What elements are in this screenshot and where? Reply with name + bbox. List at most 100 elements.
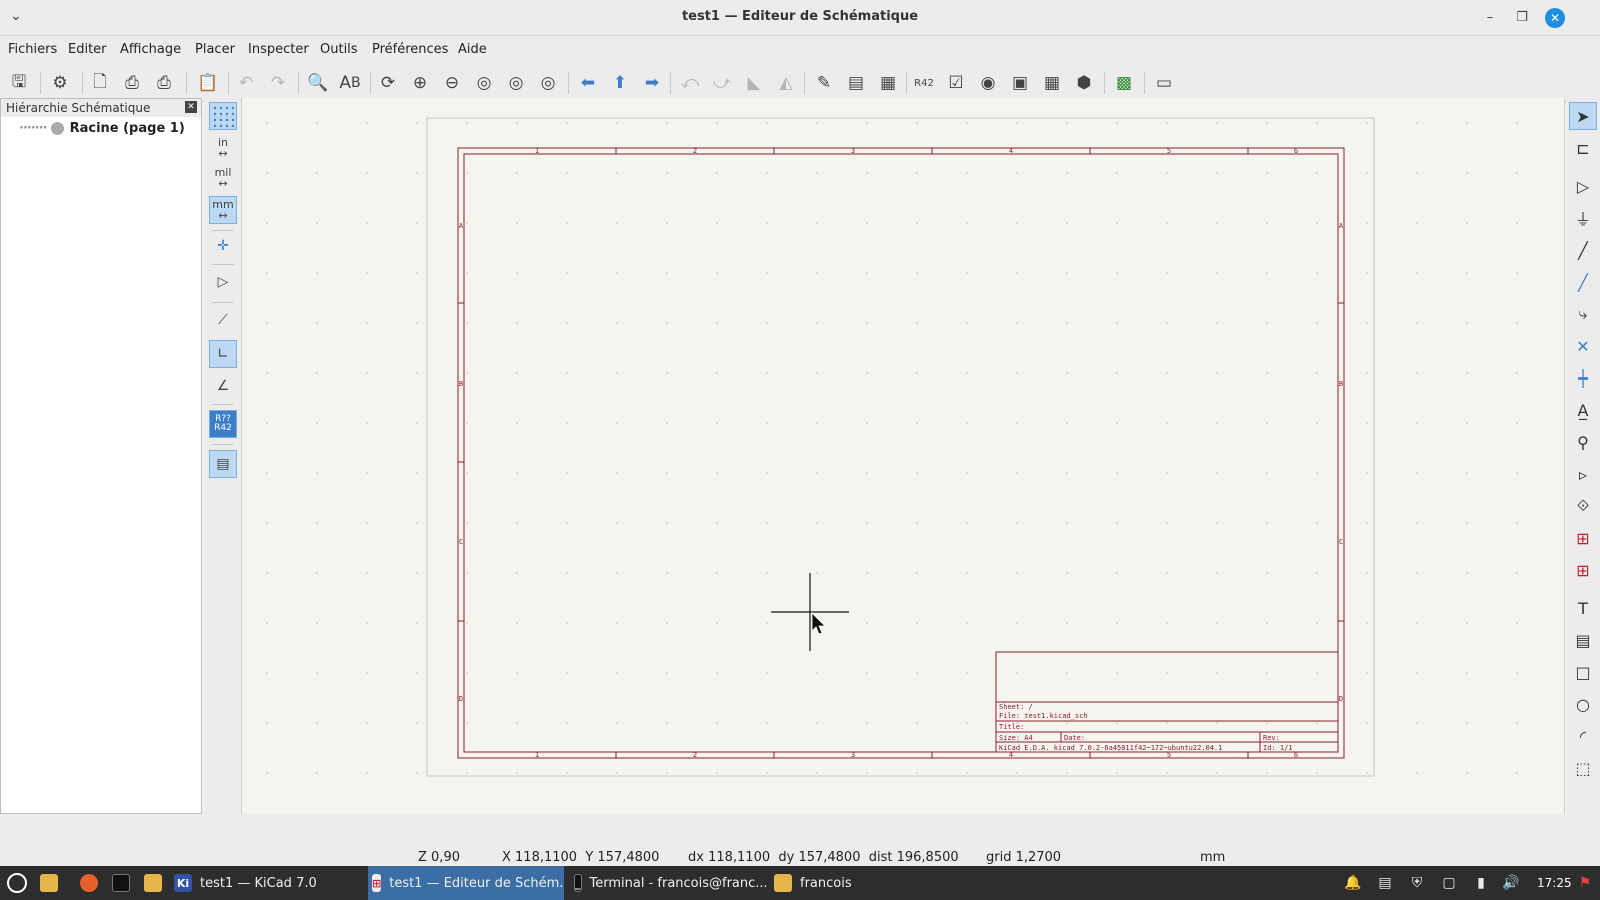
add-hier-label-icon[interactable]: ⟐ [1569, 492, 1597, 520]
footprint-editor-icon[interactable]: ▣ [1006, 69, 1034, 97]
folder-launcher-icon[interactable] [140, 866, 166, 900]
find-icon[interactable]: 🔍 [304, 69, 332, 97]
zoom-selection-icon[interactable]: ◎ [534, 69, 562, 97]
zoom-fit-icon[interactable]: ◎ [470, 69, 498, 97]
close-panel-icon[interactable]: ✕ [185, 101, 197, 113]
erc-icon[interactable]: ☑ [942, 69, 970, 97]
plot-icon[interactable]: ⎙ [150, 69, 178, 97]
properties-panel-icon[interactable]: ▤ [209, 450, 237, 478]
mirror-vertical-icon[interactable]: ◣ [740, 69, 768, 97]
find-replace-icon[interactable]: AB [336, 69, 364, 97]
add-symbol-icon[interactable]: ▷ [1569, 172, 1597, 200]
add-junction-icon[interactable]: ┿ [1569, 364, 1597, 392]
footprint-assign-icon[interactable]: ▦ [874, 69, 902, 97]
add-global-label-icon[interactable]: ▹ [1569, 460, 1597, 488]
notifications-icon[interactable]: 🔔 [1344, 874, 1362, 892]
volume-icon[interactable]: 🔊 [1502, 874, 1520, 892]
scripting-console-icon[interactable]: ▭ [1150, 69, 1178, 97]
menu-fichiers[interactable]: Fichiers [8, 42, 57, 57]
paste-icon[interactable]: 📋 [194, 69, 222, 97]
hierarchy-panel-header: Hiérarchie Schématique ✕ [1, 99, 201, 117]
start-menu-icon[interactable] [4, 866, 30, 900]
minimize-button[interactable]: – [1480, 8, 1500, 28]
shield-icon[interactable]: ⛨ [1408, 874, 1426, 892]
pcb-editor-icon[interactable]: ▩ [1110, 69, 1138, 97]
add-text-icon[interactable]: T [1569, 594, 1597, 622]
task-schematic-editor[interactable]: ⊞ test1 — Editeur de Schém... [368, 866, 564, 900]
task-kicad[interactable]: Ki test1 — KiCad 7.0 [170, 866, 360, 900]
annotate-toggle-button[interactable]: R?? R42 [209, 410, 237, 438]
menu-placer[interactable]: Placer [195, 42, 235, 57]
units-inches-button[interactable]: in ↔ [209, 134, 237, 162]
task-folder[interactable]: francois [770, 866, 880, 900]
navigate-forward-icon[interactable]: ➡ [638, 69, 666, 97]
files-launcher-icon[interactable] [36, 866, 62, 900]
add-arc-icon[interactable]: ◜ [1569, 722, 1597, 750]
simulator-icon[interactable]: ◉ [974, 69, 1002, 97]
title-block-size: Size: A4 [999, 734, 1033, 742]
title-block-date: Date: [1064, 734, 1085, 742]
menu-aide[interactable]: Aide [458, 42, 487, 57]
cursor-crosshair-icon[interactable]: ✛ [209, 232, 237, 260]
menu-inspecter[interactable]: Inspecter [248, 42, 309, 57]
redo-icon[interactable]: ↷ [264, 69, 292, 97]
annotate-icon[interactable]: R42 [910, 69, 938, 97]
restore-button[interactable]: ❐ [1512, 8, 1532, 28]
battery-icon[interactable]: ▮ [1472, 874, 1490, 892]
zoom-objects-icon[interactable]: ◎ [502, 69, 530, 97]
system-status-icon[interactable]: ⚑ [1576, 874, 1594, 892]
navigate-up-icon[interactable]: ⬆ [606, 69, 634, 97]
units-mils-button[interactable]: mil ↔ [209, 164, 237, 192]
firefox-launcher-icon[interactable] [76, 866, 102, 900]
highlight-net-icon[interactable]: ⊏ [1569, 134, 1597, 162]
task-terminal[interactable]: _ Terminal - francois@franc... [570, 866, 766, 900]
hierarchy-root-node[interactable]: ······· Racine (page 1) [19, 121, 185, 136]
add-label-icon[interactable]: A̲ [1569, 396, 1597, 424]
add-rectangle-icon[interactable]: □ [1569, 658, 1597, 686]
symbol-editor-icon[interactable]: ✎ [810, 69, 838, 97]
add-bus-entry-icon[interactable]: ⤷ [1569, 300, 1597, 328]
no-connect-icon[interactable]: ✕ [1569, 332, 1597, 360]
clock[interactable]: 17:25 [1537, 876, 1572, 890]
units-mm-button[interactable]: mm ↔ [209, 196, 237, 224]
zoom-in-icon[interactable]: ⊕ [406, 69, 434, 97]
display-icon[interactable]: ▢ [1440, 874, 1458, 892]
bom-table-icon[interactable]: ▦ [1038, 69, 1066, 97]
rotate-ccw-icon[interactable]: ⤺ [676, 69, 704, 97]
add-circle-icon[interactable]: ○ [1569, 690, 1597, 718]
menu-preferences[interactable]: Préférences [372, 42, 448, 57]
schematic-setup-icon[interactable]: ⚙ [46, 69, 74, 97]
clipboard-icon[interactable]: ▤ [1376, 874, 1394, 892]
select-tool-icon[interactable]: ➤ [1569, 102, 1597, 130]
line-mode-45-icon[interactable]: ∠ [209, 372, 237, 400]
rotate-cw-icon[interactable]: ⤻ [708, 69, 736, 97]
add-power-icon[interactable]: ⏚ [1569, 204, 1597, 232]
add-textbox-icon[interactable]: ▤ [1569, 626, 1597, 654]
menu-editer[interactable]: Editer [68, 42, 107, 57]
line-mode-90-icon[interactable]: ∟ [209, 340, 237, 368]
add-bus-icon[interactable]: ╱ [1569, 268, 1597, 296]
page-settings-icon[interactable]: 🗋 [86, 69, 114, 97]
line-mode-free-icon[interactable]: ⟋ [209, 306, 237, 334]
close-button[interactable]: ✕ [1545, 8, 1565, 28]
menu-affichage[interactable]: Affichage [120, 42, 181, 57]
add-sheet-icon[interactable]: ⊞ [1569, 524, 1597, 552]
print-icon[interactable]: ⎙ [118, 69, 146, 97]
undo-icon[interactable]: ↶ [232, 69, 260, 97]
hidden-pins-icon[interactable]: ▷ [209, 268, 237, 296]
add-wire-icon[interactable]: ╱ [1569, 236, 1597, 264]
add-lines-icon[interactable]: ⬚ [1569, 754, 1597, 782]
save-icon[interactable]: 🖫 [5, 69, 33, 97]
grid-toggle-icon[interactable] [209, 102, 237, 130]
add-net-class-icon[interactable]: ⚲ [1569, 428, 1597, 456]
menu-outils[interactable]: Outils [320, 42, 358, 57]
zoom-out-icon[interactable]: ⊖ [438, 69, 466, 97]
refresh-icon[interactable]: ⟳ [374, 69, 402, 97]
schematic-canvas[interactable]: 1 2 3 4 5 6 1 2 3 4 5 6 A B C D A B C D [241, 98, 1566, 814]
import-sheet-pin-icon[interactable]: ⊞ [1569, 556, 1597, 584]
bom-generate-icon[interactable]: ⬢ [1070, 69, 1098, 97]
mirror-horizontal-icon[interactable]: ◭ [772, 69, 800, 97]
symbol-browser-icon[interactable]: ▤ [842, 69, 870, 97]
navigate-back-icon[interactable]: ⬅ [574, 69, 602, 97]
terminal-launcher-icon[interactable] [108, 866, 134, 900]
